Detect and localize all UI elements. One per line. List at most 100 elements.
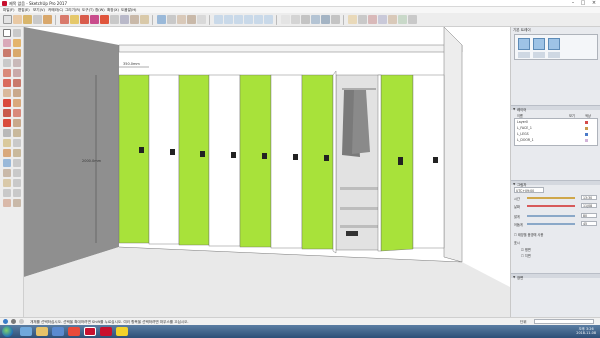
layers-panel-header[interactable]: ▼ 레이어	[511, 105, 600, 112]
material-swatch[interactable]	[533, 38, 545, 50]
move-tool-icon[interactable]	[70, 15, 79, 24]
offset-icon[interactable]	[13, 119, 21, 127]
wireframe-style-icon[interactable]	[291, 15, 300, 24]
rectangle-icon[interactable]	[3, 59, 11, 67]
dark-input[interactable]: 45	[581, 221, 597, 226]
model-canvas[interactable]: 350.0mm 2000.0mm	[24, 27, 510, 317]
pushpull-tool-icon[interactable]	[60, 15, 69, 24]
material-swatch[interactable]	[518, 38, 530, 50]
rectangle-tool-icon[interactable]	[33, 15, 42, 24]
display-section-icon[interactable]	[358, 15, 367, 24]
tape-tool-icon[interactable]	[110, 15, 119, 24]
three-point-arc-icon[interactable]	[3, 89, 11, 97]
arc-icon[interactable]	[3, 79, 11, 87]
material-swatch[interactable]	[548, 38, 560, 50]
eraser-tool-icon[interactable]	[13, 15, 22, 24]
material-swatch[interactable]	[533, 52, 545, 58]
layer-color-swatch[interactable]	[585, 126, 588, 130]
date-input[interactable]: 11/08	[581, 203, 597, 208]
section-plane-icon[interactable]	[13, 199, 21, 207]
position-camera-icon[interactable]	[3, 189, 11, 197]
select-arrow-icon[interactable]	[3, 29, 11, 37]
orbit-icon[interactable]	[3, 159, 11, 167]
axes-tool-icon[interactable]	[140, 15, 149, 24]
layer-row-name[interactable]: L_LEGS	[517, 132, 529, 136]
move-icon[interactable]	[3, 99, 11, 107]
sketchup-taskbar-icon[interactable]	[84, 327, 96, 336]
tape-measure-icon[interactable]	[3, 129, 11, 137]
freehand-icon[interactable]	[13, 49, 21, 57]
select-tool-icon[interactable]	[3, 15, 12, 24]
zoom-icon[interactable]	[3, 169, 11, 177]
polygon-icon[interactable]	[13, 69, 21, 77]
monochrome-style-icon[interactable]	[331, 15, 340, 24]
light-slider[interactable]	[527, 215, 575, 217]
front-view-icon[interactable]	[234, 15, 243, 24]
minimize-button[interactable]: –	[568, 0, 578, 7]
scale-tool-icon[interactable]	[90, 15, 99, 24]
layer-color-swatch[interactable]	[585, 132, 588, 136]
material-swatch[interactable]	[518, 52, 530, 58]
utc-dropdown[interactable]: UTC+09:00	[514, 187, 544, 193]
layer-row-name[interactable]: L_FACE_1	[517, 126, 532, 130]
system-clock[interactable]: 오후 3:26 2018-11-08	[576, 327, 596, 336]
dimension-tool-icon[interactable]	[120, 15, 129, 24]
previous-view-icon[interactable]	[13, 179, 21, 187]
extension-icon[interactable]	[408, 15, 417, 24]
material-swatch[interactable]	[548, 52, 560, 58]
pie-icon[interactable]	[13, 89, 21, 97]
line-tool-icon[interactable]	[23, 15, 32, 24]
dimensions-icon[interactable]	[13, 129, 21, 137]
pan-icon[interactable]	[13, 159, 21, 167]
text-icon[interactable]	[13, 139, 21, 147]
layer-color-swatch[interactable]	[585, 120, 588, 124]
walk-icon[interactable]	[3, 199, 11, 207]
scale-icon[interactable]	[3, 119, 11, 127]
arc-tool-icon[interactable]	[43, 15, 52, 24]
follow-me-icon[interactable]	[13, 109, 21, 117]
rotate-icon[interactable]	[3, 109, 11, 117]
layer-row-name[interactable]: L_DOOR_1	[517, 138, 534, 142]
dark-slider[interactable]	[527, 223, 575, 225]
layout-taskbar-icon[interactable]	[100, 327, 112, 336]
component-icon[interactable]	[378, 15, 387, 24]
section-plane-icon[interactable]	[348, 15, 357, 24]
help-icon[interactable]	[19, 319, 24, 324]
axes-icon[interactable]	[3, 149, 11, 157]
light-input[interactable]: 80	[581, 213, 597, 218]
rotate-tool-icon[interactable]	[80, 15, 89, 24]
paint-icon[interactable]	[13, 39, 21, 47]
shadows-panel-header[interactable]: ▼ 그림자	[511, 180, 600, 187]
back-view-icon[interactable]	[254, 15, 263, 24]
kakaotalk-taskbar-icon[interactable]	[116, 327, 128, 336]
time-slider[interactable]	[527, 197, 575, 199]
offset-tool-icon[interactable]	[100, 15, 109, 24]
pushpull-icon[interactable]	[13, 99, 21, 107]
shaded-style-icon[interactable]	[311, 15, 320, 24]
start-button-icon[interactable]	[2, 326, 13, 337]
zoom-extents-icon[interactable]	[3, 179, 11, 187]
ie-taskbar-icon[interactable]	[20, 327, 32, 336]
scenes-panel-header[interactable]: ▼ 장면	[511, 273, 600, 280]
iso-view-icon[interactable]	[214, 15, 223, 24]
hidden-line-style-icon[interactable]	[301, 15, 310, 24]
paint-bucket-icon[interactable]	[388, 15, 397, 24]
3d-text-icon[interactable]	[13, 149, 21, 157]
layer-row-name[interactable]: Layer0	[517, 120, 528, 124]
look-around-icon[interactable]	[13, 189, 21, 197]
maximize-button[interactable]: □	[578, 0, 588, 7]
close-button[interactable]: ×	[589, 0, 599, 7]
explorer-taskbar-icon[interactable]	[36, 327, 48, 336]
date-slider[interactable]	[527, 205, 575, 207]
media-taskbar-icon[interactable]	[52, 327, 64, 336]
layer-color-swatch[interactable]	[585, 138, 588, 142]
two-point-arc-icon[interactable]	[13, 79, 21, 87]
xray-style-icon[interactable]	[281, 15, 290, 24]
orbit-tool-icon[interactable]	[157, 15, 166, 24]
geo-icon[interactable]	[11, 319, 16, 324]
info-icon[interactable]	[3, 319, 8, 324]
top-view-icon[interactable]	[224, 15, 233, 24]
zoom-extents-icon[interactable]	[197, 15, 206, 24]
make-component-icon[interactable]	[13, 29, 21, 37]
time-input[interactable]: 13:30	[581, 195, 597, 200]
